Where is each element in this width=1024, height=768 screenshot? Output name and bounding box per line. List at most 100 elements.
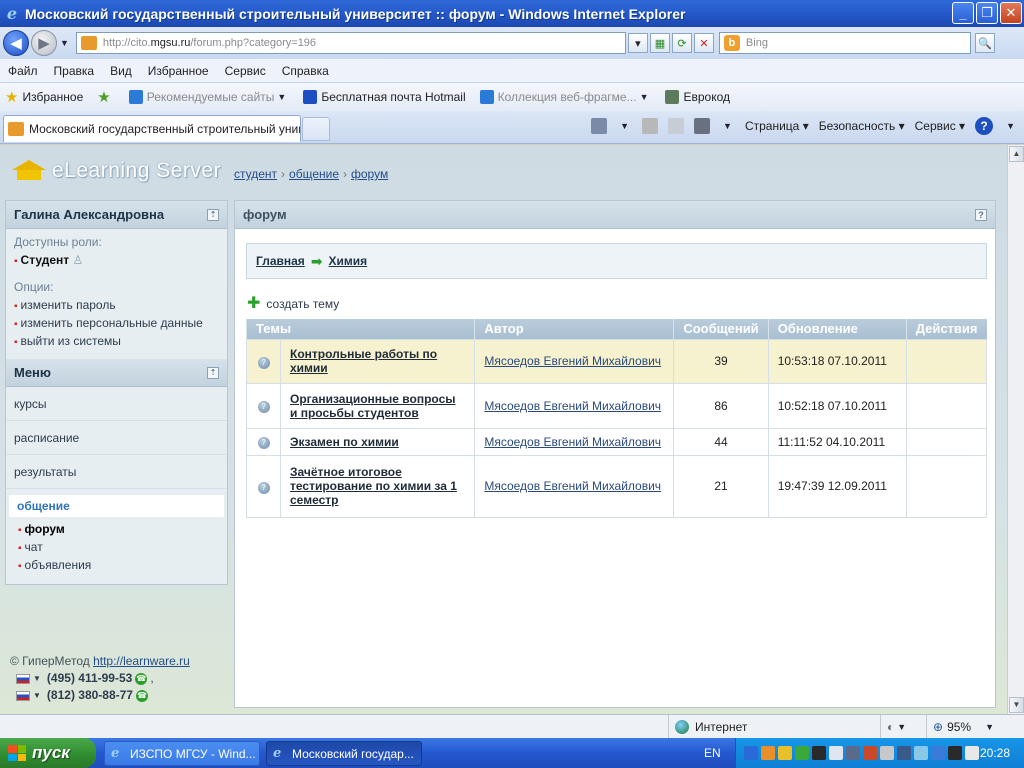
app-tray-icon[interactable] [863,746,877,760]
breadcrumb-forum[interactable]: форум [351,167,388,181]
chevron-down-icon[interactable]: ▼ [33,687,41,704]
print-icon[interactable] [694,118,711,134]
favorites-button[interactable]: ★ Избранное [5,88,83,106]
taskbar-item-mgsu[interactable]: e Московский государ... [266,741,422,766]
forward-button[interactable]: ▶ [31,30,57,56]
cmd-tools[interactable]: Сервис ▾ [915,119,965,133]
address-dropdown-button[interactable]: ▾ [627,33,648,53]
protected-mode[interactable]: ◐ ▼ [880,715,924,739]
breadcrumb-communication[interactable]: общение [289,167,339,181]
app-tray-icon[interactable] [778,746,792,760]
refresh-icon[interactable]: ⟳ [671,33,692,53]
home-icon[interactable] [591,118,608,134]
topic-link[interactable]: Организационные вопросы и просьбы студен… [290,392,456,420]
author-link[interactable]: Мясоедов Евгений Михайлович [484,435,661,449]
col-updated[interactable]: Обновление [767,319,907,339]
col-actions[interactable]: Действия [905,319,987,339]
learnware-link[interactable]: http://learnware.ru [93,654,190,668]
app-tray-icon[interactable] [931,746,945,760]
cmd-safety[interactable]: Безопасность ▾ [819,119,905,133]
chevron-down-icon[interactable]: ▼ [723,121,732,131]
zoom-control[interactable]: ⊕ 95% ▼ [926,715,1024,739]
phone-icon[interactable]: ☎ [135,672,148,685]
close-button[interactable]: ✕ [1000,2,1022,24]
tab-active[interactable]: Московский государственный строительный … [3,115,301,142]
search-button[interactable]: 🔍 [974,33,995,53]
back-button[interactable]: ◀ [3,30,29,56]
menu-file[interactable]: Файл [8,64,38,78]
bluetooth-icon[interactable] [744,746,758,760]
phone-icon[interactable]: ☎ [135,689,148,702]
volume-icon[interactable] [880,746,894,760]
app-tray-icon[interactable] [948,746,962,760]
menu-tools[interactable]: Сервис [225,64,266,78]
stop-icon[interactable]: ✕ [693,33,714,53]
russia-flag-icon[interactable] [16,673,30,684]
author-link[interactable]: Мясоедов Евгений Михайлович [484,354,661,368]
option-logout[interactable]: ▪ выйти из системы [14,333,219,351]
sidebar-subitem-announcements[interactable]: ▪ объявления [18,557,227,575]
vertical-scrollbar[interactable]: ▲ ▼ [1007,145,1024,714]
security-zone[interactable]: Интернет [668,715,868,739]
rss-icon[interactable] [642,118,659,134]
menu-favorites[interactable]: Избранное [148,64,209,78]
chevron-down-icon[interactable]: ▼ [33,670,41,687]
clock[interactable]: 20:28 [980,746,1010,760]
app-tray-icon[interactable] [795,746,809,760]
language-indicator[interactable]: EN [704,746,721,760]
breadcrumb-student[interactable]: студент [234,167,277,181]
menu-view[interactable]: Вид [110,64,132,78]
network-icon[interactable] [897,746,911,760]
author-link[interactable]: Мясоедов Евгений Михайлович [484,399,661,413]
scroll-down-icon[interactable]: ▼ [1009,697,1024,713]
help-icon[interactable]: ? [975,208,987,221]
sidebar-item-results[interactable]: результаты [6,455,227,489]
author-link[interactable]: Мясоедов Евгений Михайлович [484,479,661,493]
role-student[interactable]: ▪ Студент ♙ [14,252,219,270]
topic-link[interactable]: Экзамен по химии [290,435,399,449]
sidebar-subitem-forum[interactable]: ▪ форум [18,521,227,539]
app-tray-icon[interactable] [846,746,860,760]
sidebar-item-communication[interactable]: общение [9,495,224,517]
path-current-link[interactable]: Химия [329,254,368,268]
sidebar-item-courses[interactable]: курсы [6,387,227,421]
window-titlebar[interactable]: e Московский государственный строительны… [0,0,1024,27]
fav-eurocode[interactable]: Еврокод [665,90,730,104]
app-tray-icon[interactable] [761,746,775,760]
app-tray-icon[interactable] [812,746,826,760]
col-author[interactable]: Автор [474,319,674,339]
fav-suggested-sites[interactable]: Рекомендуемые сайты ▼ [128,90,290,104]
minimize-button[interactable]: _ [952,2,974,24]
fav-hotmail[interactable]: Бесплатная почта Hotmail [303,90,466,104]
russia-flag-icon[interactable] [16,690,30,701]
sidebar-subitem-chat[interactable]: ▪ чат [18,539,227,557]
pin-icon[interactable]: ⇡ [207,208,219,221]
compatibility-view-icon[interactable]: ▦ [649,33,670,53]
restore-button[interactable]: ❐ [976,2,998,24]
option-change-password[interactable]: ▪ изменить пароль [14,297,219,315]
elearning-logo[interactable]: eLearning Server [12,159,221,183]
address-input[interactable]: http://cito.mgsu.ru/forum.php?category=1… [75,32,626,54]
menu-help[interactable]: Справка [282,64,329,78]
menu-edit[interactable]: Правка [54,64,95,78]
app-tray-icon[interactable] [829,746,843,760]
topic-link[interactable]: Зачётное итоговое тестирование по химии … [290,465,457,507]
history-dropdown-icon[interactable]: ▼ [60,38,69,48]
chevron-down-icon[interactable]: ▼ [1006,121,1015,131]
new-tab-button[interactable] [302,117,330,141]
mail-icon[interactable] [668,118,685,134]
start-button[interactable]: пуск [0,738,96,768]
col-messages[interactable]: Сообщений [673,319,769,339]
path-home-link[interactable]: Главная [256,254,305,268]
chevron-down-icon[interactable]: ▼ [620,121,629,131]
cmd-page[interactable]: Страница ▾ [745,119,809,133]
scroll-up-icon[interactable]: ▲ [1009,146,1024,162]
sidebar-item-schedule[interactable]: расписание [6,421,227,455]
create-topic-button[interactable]: ✚ создать тему [247,296,339,312]
col-topics[interactable]: Темы [245,319,475,339]
pin-icon[interactable]: ⇡ [207,366,219,379]
topic-link[interactable]: Контрольные работы по химии [290,347,437,375]
option-change-personal-data[interactable]: ▪ изменить персональные данные [14,315,219,333]
fav-web-slices[interactable]: Коллекция веб-фрагме... ▼ [479,90,652,104]
taskbar-item-izspo[interactable]: e ИЗСПО МГСУ - Wind... [104,741,260,766]
